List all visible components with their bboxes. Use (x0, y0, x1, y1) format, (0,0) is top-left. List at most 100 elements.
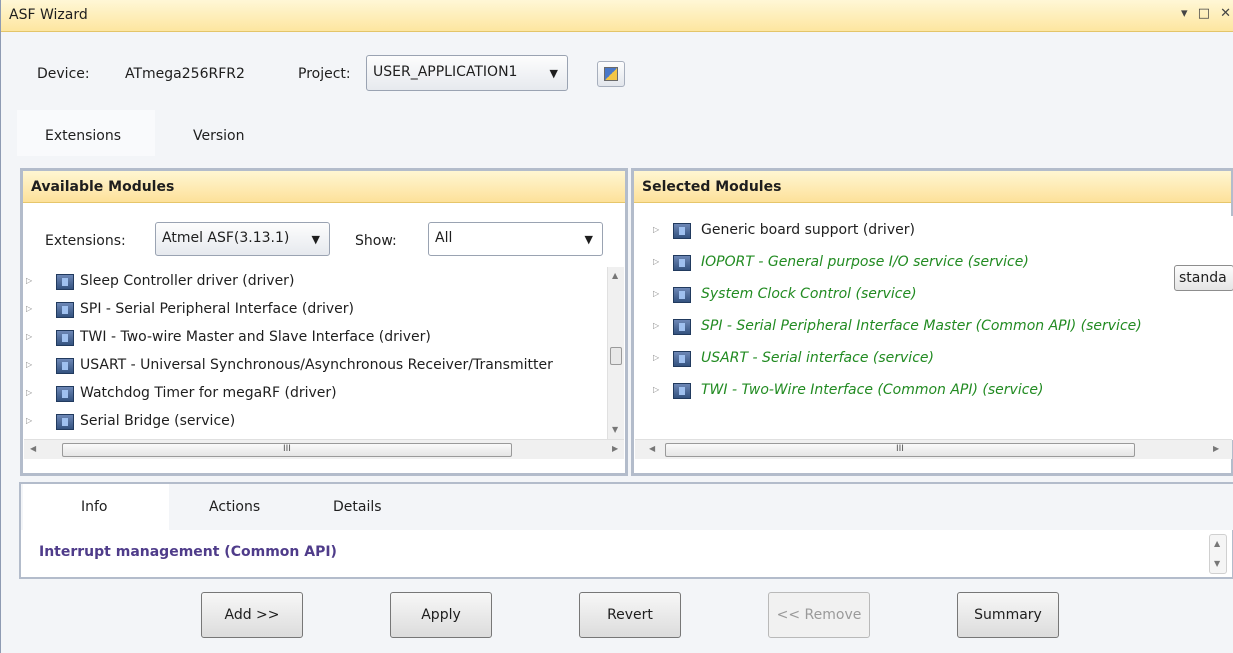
list-item[interactable]: ▷ USART - Universal Synchronous/Asynchro… (24, 353, 607, 379)
spi-option-label: standa (1179, 270, 1227, 286)
module-icon (673, 351, 691, 367)
revert-button-label: Revert (607, 607, 653, 623)
title-bar: ASF Wizard ▾ □ ✕ (1, 0, 1233, 32)
tab-details[interactable]: Details (299, 484, 419, 530)
spi-option-button[interactable]: standa (1174, 265, 1233, 291)
selected-modules-list: ▷ Generic board support (driver) ▷ IOPOR… (635, 216, 1233, 440)
scroll-up-icon[interactable]: ▲ (1214, 539, 1220, 548)
list-item-label: IOPORT - General purpose I/O service (se… (701, 254, 1029, 270)
asf-wizard-window: ASF Wizard ▾ □ ✕ Device: ATmega256RFR2 P… (0, 0, 1233, 653)
expand-icon[interactable]: ▷ (26, 332, 32, 341)
expand-icon[interactable]: ▷ (653, 225, 659, 234)
module-icon (673, 223, 691, 239)
scroll-left-icon[interactable]: ◀ (649, 444, 655, 453)
list-item-label: USART - Serial interface (service) (701, 350, 934, 366)
window-controls[interactable]: ▾ □ ✕ (1181, 6, 1233, 21)
expand-icon[interactable]: ▷ (26, 304, 32, 313)
list-item-label: Generic board support (driver) (701, 222, 915, 238)
tab-extensions[interactable]: Extensions (17, 110, 155, 156)
available-vertical-scrollbar[interactable]: ▲ ▼ (607, 267, 624, 439)
chevron-down-icon: ▼ (584, 233, 593, 246)
expand-icon[interactable]: ▷ (26, 416, 32, 425)
apply-button[interactable]: Apply (390, 592, 492, 638)
list-item[interactable]: ▷ System Clock Control (service) (635, 282, 1233, 308)
list-item[interactable]: ▷ Sleep Controller driver (driver) (24, 269, 607, 295)
project-dropdown[interactable]: USER_APPLICATION1 ▼ (366, 55, 568, 91)
module-icon (56, 414, 74, 430)
list-item[interactable]: ▷ Generic board support (driver) (635, 218, 1233, 244)
add-button-label: Add >> (224, 607, 280, 623)
list-item[interactable]: ▷ SPI - Serial Peripheral Interface (dri… (24, 297, 607, 323)
device-label: Device: (37, 66, 90, 82)
module-icon (56, 302, 74, 318)
remove-button-label: << Remove (776, 607, 862, 623)
list-item[interactable]: ▷ Watchdog Timer for megaRF (driver) (24, 381, 607, 407)
scroll-down-icon[interactable]: ▼ (1214, 559, 1220, 568)
list-item[interactable]: ▷ IOPORT - General purpose I/O service (… (635, 250, 1233, 276)
selected-horizontal-scrollbar[interactable]: ◀ III ▶ (635, 439, 1232, 459)
chevron-down-icon: ▼ (311, 233, 320, 246)
tab-version[interactable]: Version (155, 110, 285, 156)
selected-modules-panel: Selected Modules ▷ Generic board support… (631, 168, 1233, 476)
module-icon (56, 274, 74, 290)
info-panel: Info Actions Details Interrupt managemen… (19, 482, 1233, 579)
project-properties-icon (604, 67, 618, 81)
module-icon (673, 319, 691, 335)
grip-icon: III (283, 444, 291, 454)
chevron-down-icon: ▼ (549, 67, 558, 80)
available-horizontal-scrollbar[interactable]: ◀ III ▶ (24, 439, 624, 459)
project-properties-button[interactable] (597, 61, 625, 87)
show-dropdown[interactable]: All ▼ (428, 222, 603, 256)
scroll-right-icon[interactable]: ▶ (1213, 444, 1219, 453)
list-item-label: System Clock Control (service) (701, 286, 917, 302)
list-item-label: SPI - Serial Peripheral Interface (drive… (80, 301, 354, 317)
scroll-left-icon[interactable]: ◀ (30, 444, 36, 453)
info-scrollbar[interactable]: ▲ ▼ (1209, 534, 1227, 574)
remove-button[interactable]: << Remove (768, 592, 870, 638)
list-item-label: TWI - Two-wire Master and Slave Interfac… (80, 329, 431, 345)
tab-actions[interactable]: Actions (169, 484, 299, 530)
tab-actions-label: Actions (209, 499, 261, 515)
info-tabs: Info Actions Details (21, 484, 1233, 530)
list-item[interactable]: ▷ TWI - Two-Wire Interface (Common API) … (635, 378, 1233, 404)
list-item-label: TWI - Two-Wire Interface (Common API) (s… (701, 382, 1044, 398)
window-title: ASF Wizard (9, 7, 88, 23)
list-item[interactable]: ▷ TWI - Two-wire Master and Slave Interf… (24, 325, 607, 351)
revert-button[interactable]: Revert (579, 592, 681, 638)
add-button[interactable]: Add >> (201, 592, 303, 638)
module-icon (56, 330, 74, 346)
expand-icon[interactable]: ▷ (653, 289, 659, 298)
expand-icon[interactable]: ▷ (653, 257, 659, 266)
expand-icon[interactable]: ▷ (653, 353, 659, 362)
module-icon (673, 255, 691, 271)
expand-icon[interactable]: ▷ (26, 276, 32, 285)
module-icon (673, 287, 691, 303)
list-item-label: SPI - Serial Peripheral Interface Master… (701, 318, 1142, 334)
scrollbar-thumb[interactable] (610, 347, 622, 365)
list-item[interactable]: ▷ USART - Serial interface (service) (635, 346, 1233, 372)
module-icon (56, 358, 74, 374)
info-description: Interrupt management (Common API) (39, 544, 337, 560)
summary-button-label: Summary (974, 607, 1042, 623)
summary-button[interactable]: Summary (957, 592, 1059, 638)
extensions-label: Extensions: (45, 233, 126, 249)
show-label: Show: (355, 233, 397, 249)
scrollbar-thumb[interactable]: III (62, 443, 512, 457)
scroll-right-icon[interactable]: ▶ (612, 444, 618, 453)
list-item[interactable]: ▷ Serial Bridge (service) (24, 409, 607, 435)
expand-icon[interactable]: ▷ (26, 388, 32, 397)
available-modules-panel: Available Modules Extensions: Atmel ASF(… (20, 168, 628, 476)
scroll-up-icon[interactable]: ▲ (612, 271, 618, 280)
module-icon (673, 383, 691, 399)
list-item-label: Sleep Controller driver (driver) (80, 273, 295, 289)
tab-info[interactable]: Info (23, 484, 169, 530)
list-item[interactable]: ▷ SPI - Serial Peripheral Interface Mast… (635, 314, 1233, 340)
expand-icon[interactable]: ▷ (653, 385, 659, 394)
extensions-dropdown[interactable]: Atmel ASF(3.13.1) ▼ (155, 222, 330, 256)
extensions-dropdown-value: Atmel ASF(3.13.1) (162, 230, 290, 246)
expand-icon[interactable]: ▷ (26, 360, 32, 369)
expand-icon[interactable]: ▷ (653, 321, 659, 330)
scrollbar-thumb[interactable]: III (665, 443, 1135, 457)
scroll-down-icon[interactable]: ▼ (612, 425, 618, 434)
tab-info-label: Info (81, 499, 108, 515)
